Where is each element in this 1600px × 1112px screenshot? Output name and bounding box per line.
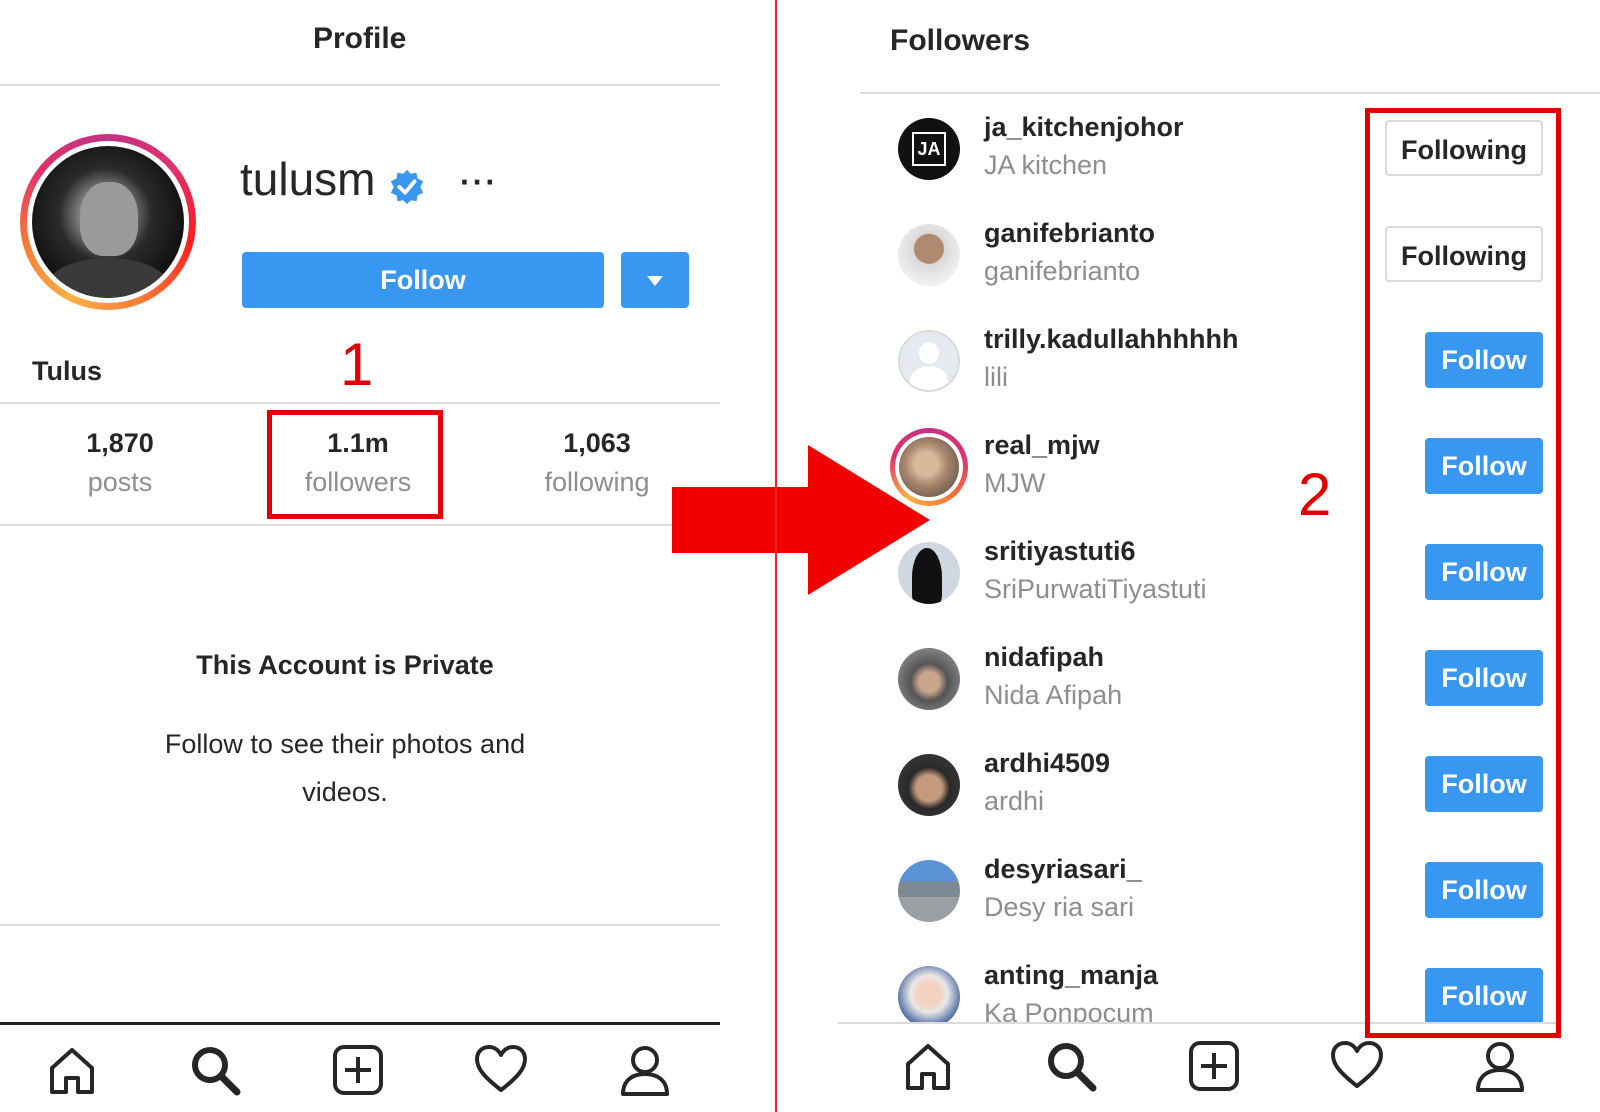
stat-following-label: following (544, 467, 650, 497)
nav-top-border (0, 1022, 720, 1025)
face-photo-avatar[interactable] (898, 754, 960, 816)
stat-following-count: 1,063 (563, 428, 631, 458)
woman-photo-avatar[interactable] (898, 648, 960, 710)
follower-display-name: ganifebrianto (984, 256, 1141, 286)
suggestions-dropdown-button[interactable] (621, 252, 689, 308)
heart-icon[interactable] (1329, 1038, 1385, 1094)
stat-posts-label: posts (87, 467, 153, 497)
panel-separator (775, 0, 777, 1112)
man-photo-avatar[interactable] (898, 224, 960, 286)
follow-button[interactable]: Follow (242, 252, 604, 308)
annotation-number-2: 2 (1298, 461, 1332, 528)
followers-header-divider (860, 92, 1600, 94)
follower-display-name: Desy ria sari (984, 892, 1135, 922)
stat-posts-count: 1,870 (86, 428, 154, 458)
home-icon[interactable] (900, 1038, 956, 1094)
private-account-text: Follow to see their photos and videos. (164, 729, 526, 807)
stats-top-divider (0, 402, 720, 404)
header-divider (0, 84, 720, 86)
follower-display-name: MJW (984, 468, 1046, 498)
landscape-photo-avatar[interactable] (898, 860, 960, 922)
follower-username[interactable]: nidafipah (984, 642, 1104, 673)
profile-username: tulusm (240, 153, 376, 205)
story-ring-avatar[interactable] (890, 428, 968, 506)
follower-username[interactable]: desyriasari_ (984, 854, 1142, 885)
home-icon[interactable] (44, 1042, 100, 1098)
add-post-icon[interactable] (1186, 1038, 1242, 1094)
stat-following[interactable]: 1,063 following (497, 428, 697, 498)
follower-display-name: SriPurwatiTiyastuti (984, 574, 1207, 604)
highlight-box-followers (267, 410, 443, 519)
follower-username[interactable]: trilly.kadullahhhhhh (984, 324, 1239, 355)
heart-icon[interactable] (473, 1042, 529, 1098)
follower-display-name: ardhi (984, 786, 1045, 816)
girl-photo-avatar[interactable] (898, 966, 960, 1028)
follower-username[interactable]: ardhi4509 (984, 748, 1110, 779)
followers-title: Followers (890, 24, 1031, 57)
follower-username[interactable]: ganifebrianto (984, 218, 1155, 249)
stat-posts: 1,870 posts (20, 428, 220, 498)
chevron-down-icon (647, 276, 663, 286)
follower-display-name: Nida Afipah (984, 680, 1123, 710)
stats-bottom-divider (0, 524, 720, 526)
profile-icon[interactable] (1472, 1038, 1528, 1094)
follower-username[interactable]: sritiyastuti6 (984, 536, 1136, 567)
hijab-silhouette-avatar[interactable] (898, 542, 960, 604)
follower-display-name: lili (984, 362, 1008, 392)
verified-badge-icon (390, 169, 424, 205)
search-icon[interactable] (187, 1042, 243, 1098)
ja-logo-avatar[interactable]: JA (898, 118, 960, 180)
annotation-number-1: 1 (340, 331, 374, 398)
default-avatar[interactable] (898, 330, 960, 392)
add-post-icon[interactable] (330, 1042, 386, 1098)
profile-avatar[interactable] (20, 134, 196, 310)
follower-username[interactable]: real_mjw (984, 430, 1100, 461)
highlight-box-follow-buttons (1365, 108, 1561, 1038)
profile-icon[interactable] (617, 1042, 673, 1098)
follower-username[interactable]: anting_manja (984, 960, 1158, 991)
search-icon[interactable] (1043, 1038, 1099, 1094)
content-divider (0, 924, 720, 926)
private-account-title: This Account is Private (196, 650, 494, 680)
profile-full-name: Tulus (32, 356, 102, 386)
follower-display-name: JA kitchen (984, 150, 1108, 180)
follower-username[interactable]: ja_kitchenjohor (984, 112, 1184, 143)
page-title: Profile (313, 22, 407, 55)
more-options-icon[interactable]: ··· (460, 164, 498, 201)
